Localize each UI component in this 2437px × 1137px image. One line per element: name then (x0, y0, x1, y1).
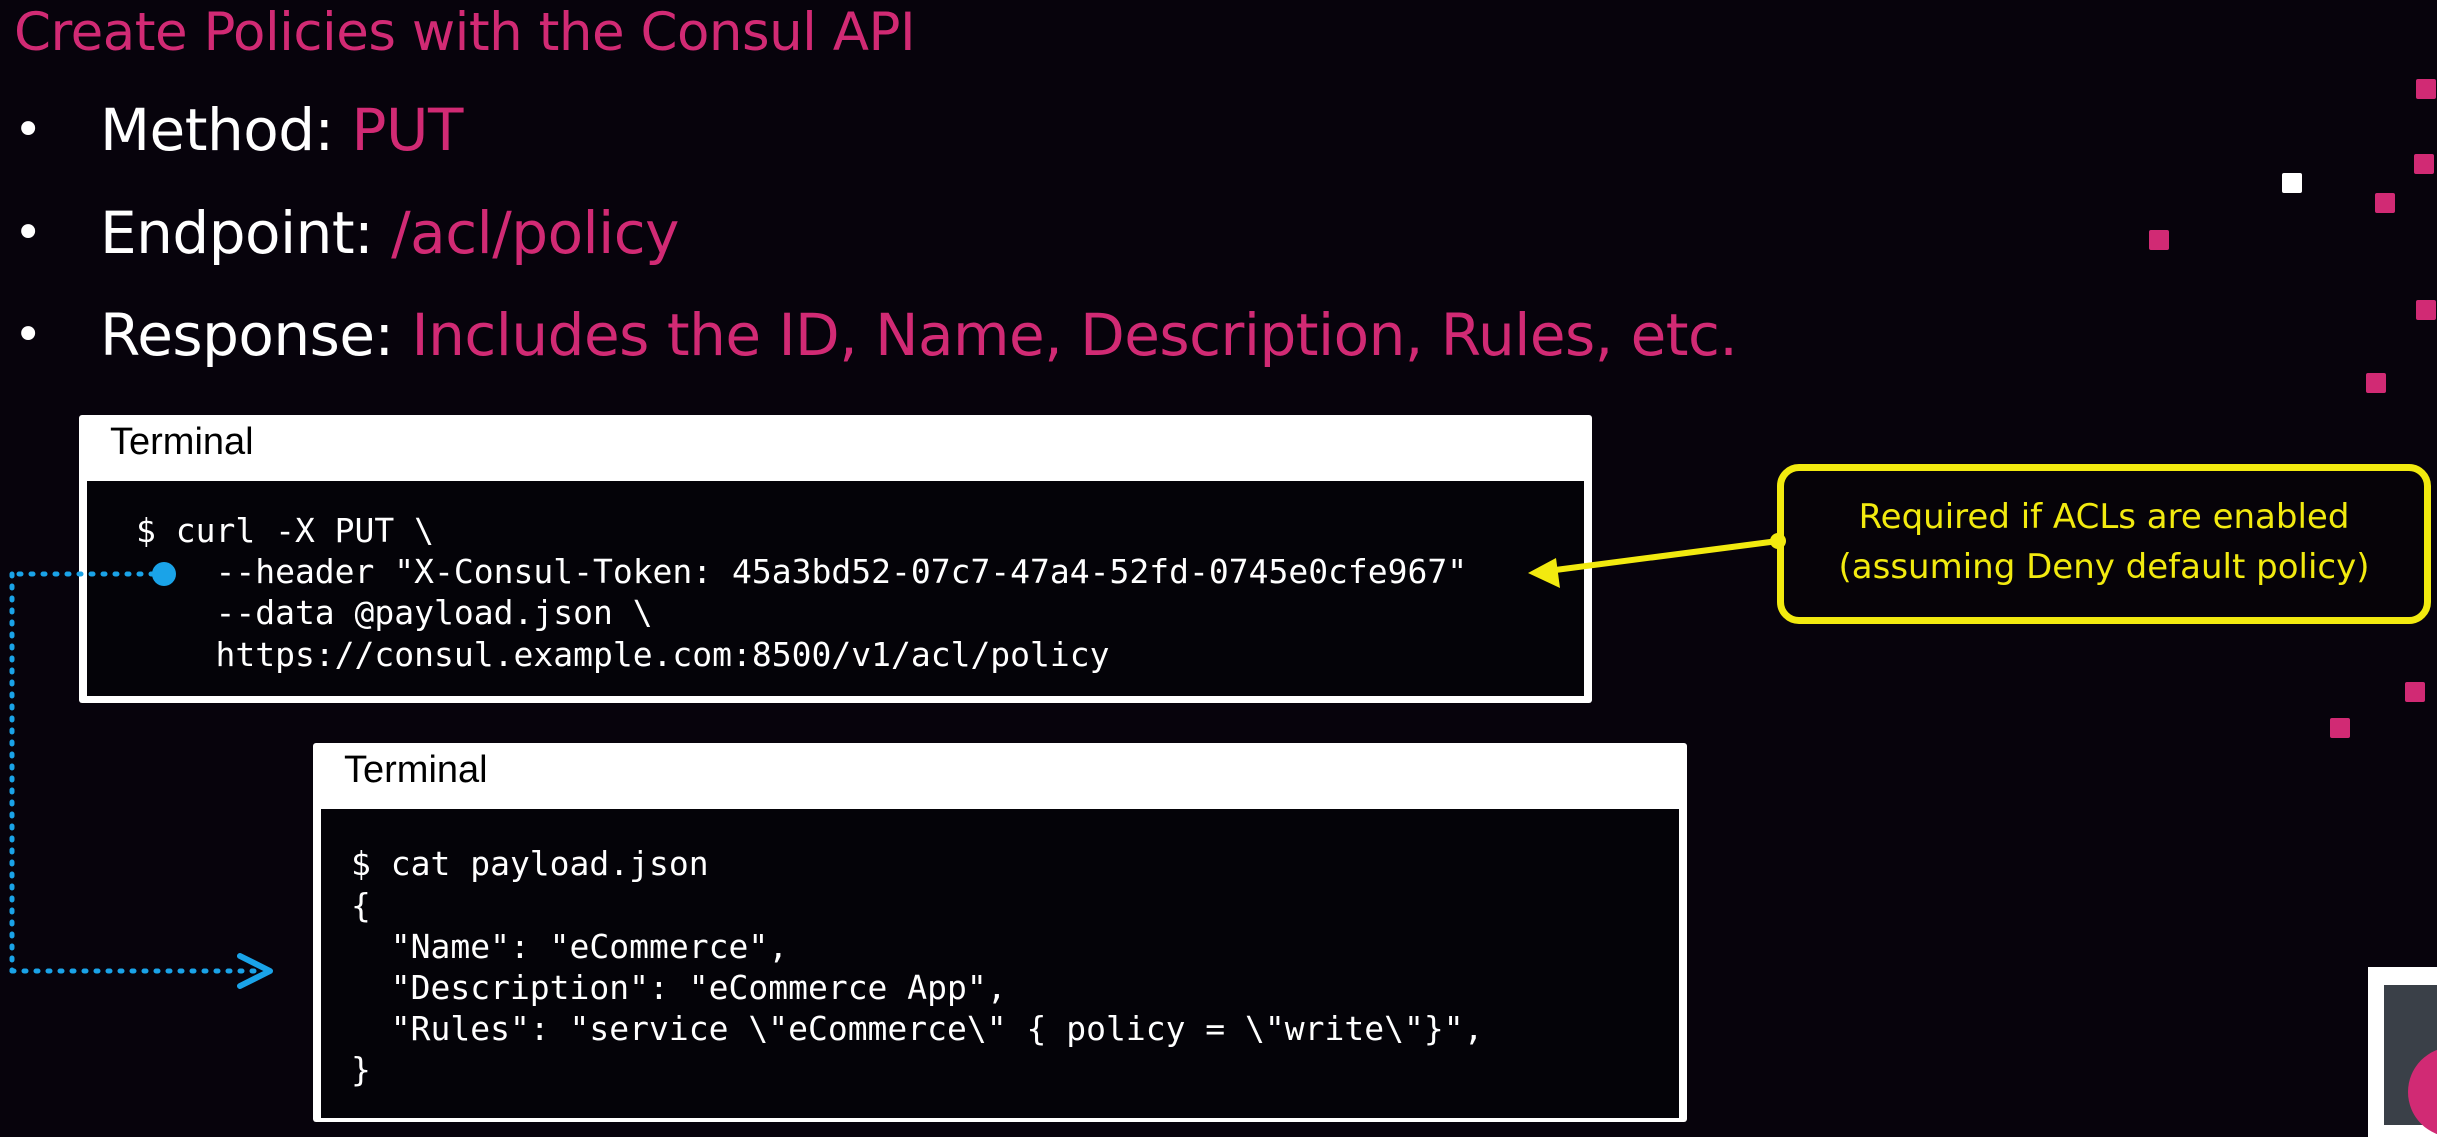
decorative-square (2366, 373, 2386, 393)
decorative-square (2375, 193, 2395, 213)
callout-arrow-icon (1528, 533, 1786, 588)
decorative-square (2416, 79, 2436, 99)
decorative-square (2149, 230, 2169, 250)
connector-path (9, 571, 261, 974)
decorative-square (2405, 682, 2425, 702)
annotation-overlay (9, 533, 1786, 989)
decorative-square (2416, 300, 2436, 320)
presenter-thumbnail (2368, 967, 2437, 1137)
decorative-square (2414, 154, 2434, 174)
decorative-square (2330, 718, 2350, 738)
connector-dot-icon (152, 562, 176, 586)
decorative-square (2282, 173, 2302, 193)
